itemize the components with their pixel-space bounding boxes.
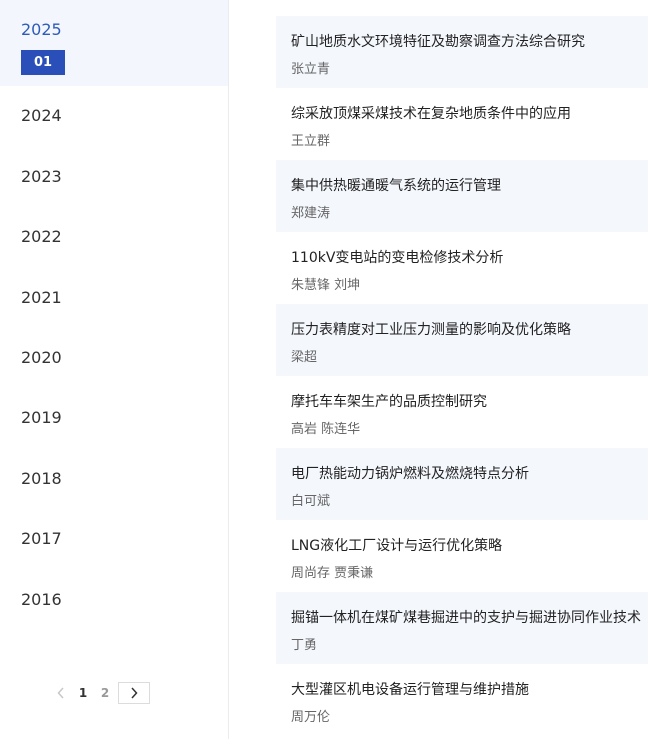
year-item-2025[interactable]: 2025 bbox=[21, 20, 62, 39]
year-item-2018[interactable]: 2018 bbox=[21, 469, 62, 488]
article-author: 高岩 陈连华 bbox=[291, 422, 361, 437]
year-group-active: 2025 01 bbox=[0, 0, 228, 86]
article-title[interactable]: 综采放顶煤采煤技术在复杂地质条件中的应用 bbox=[291, 103, 571, 123]
year-item-2017[interactable]: 2017 bbox=[21, 529, 62, 548]
page-1-button[interactable]: 1 bbox=[72, 686, 94, 700]
article-author: 王立群 bbox=[291, 134, 331, 149]
chevron-left-icon bbox=[57, 687, 64, 699]
chevron-right-icon bbox=[131, 687, 138, 699]
article-title[interactable]: 矿山地质水文环境特征及勘察调查方法综合研究 bbox=[291, 31, 585, 51]
article-title[interactable]: 摩托车车架生产的品质控制研究 bbox=[291, 391, 487, 411]
year-item-2024[interactable]: 2024 bbox=[21, 106, 62, 125]
next-page-button[interactable] bbox=[118, 682, 150, 704]
article-item[interactable]: LNG液化工厂设计与运行优化策略 周尚存 贾秉谦 bbox=[276, 520, 648, 592]
year-item-2016[interactable]: 2016 bbox=[21, 590, 62, 609]
article-item[interactable]: 摩托车车架生产的品质控制研究 高岩 陈连华 bbox=[276, 376, 648, 448]
article-item[interactable]: 综采放顶煤采煤技术在复杂地质条件中的应用 王立群 bbox=[276, 88, 648, 160]
article-title[interactable]: LNG液化工厂设计与运行优化策略 bbox=[291, 535, 502, 555]
article-author: 周尚存 贾秉谦 bbox=[291, 566, 374, 581]
prev-page-button[interactable] bbox=[50, 683, 72, 703]
article-item[interactable]: 电厂热能动力锅炉燃料及燃烧特点分析 白可斌 bbox=[276, 448, 648, 520]
article-author: 张立青 bbox=[291, 62, 331, 77]
year-item-2023[interactable]: 2023 bbox=[21, 167, 62, 186]
article-item[interactable]: 集中供热暖通暖气系统的运行管理 郑建涛 bbox=[276, 160, 648, 232]
issue-01-button[interactable]: 01 bbox=[21, 50, 65, 75]
article-title[interactable]: 110kV变电站的变电检修技术分析 bbox=[291, 247, 503, 267]
year-item-2022[interactable]: 2022 bbox=[21, 227, 62, 246]
year-item-2020[interactable]: 2020 bbox=[21, 348, 62, 367]
year-pagination: 1 2 bbox=[50, 682, 150, 704]
article-title[interactable]: 掘锚一体机在煤矿煤巷掘进中的支护与掘进协同作业技术 bbox=[291, 607, 641, 627]
article-author: 丁勇 bbox=[291, 638, 318, 653]
article-author: 白可斌 bbox=[291, 494, 331, 509]
article-item[interactable]: 110kV变电站的变电检修技术分析 朱慧锋 刘坤 bbox=[276, 232, 648, 304]
article-author: 郑建涛 bbox=[291, 206, 331, 221]
article-title[interactable]: 集中供热暖通暖气系统的运行管理 bbox=[291, 175, 501, 195]
article-list: 矿山地质水文环境特征及勘察调查方法综合研究 张立青 综采放顶煤采煤技术在复杂地质… bbox=[276, 16, 648, 736]
year-sidebar: 2025 01 2024 2023 2022 2021 2020 2019 20… bbox=[0, 0, 229, 739]
article-item[interactable]: 矿山地质水文环境特征及勘察调查方法综合研究 张立青 bbox=[276, 16, 648, 88]
page-2-button[interactable]: 2 bbox=[94, 686, 116, 700]
article-author: 周万伦 bbox=[291, 710, 331, 725]
article-item[interactable]: 压力表精度对工业压力测量的影响及优化策略 梁超 bbox=[276, 304, 648, 376]
article-title[interactable]: 大型灌区机电设备运行管理与维护措施 bbox=[291, 679, 529, 699]
year-item-2021[interactable]: 2021 bbox=[21, 288, 62, 307]
article-title[interactable]: 电厂热能动力锅炉燃料及燃烧特点分析 bbox=[291, 463, 529, 483]
article-item[interactable]: 掘锚一体机在煤矿煤巷掘进中的支护与掘进协同作业技术 丁勇 bbox=[276, 592, 648, 664]
year-item-2019[interactable]: 2019 bbox=[21, 408, 62, 427]
article-author: 朱慧锋 刘坤 bbox=[291, 278, 361, 293]
article-item[interactable]: 大型灌区机电设备运行管理与维护措施 周万伦 bbox=[276, 664, 648, 736]
article-author: 梁超 bbox=[291, 350, 318, 365]
article-title[interactable]: 压力表精度对工业压力测量的影响及优化策略 bbox=[291, 319, 571, 339]
